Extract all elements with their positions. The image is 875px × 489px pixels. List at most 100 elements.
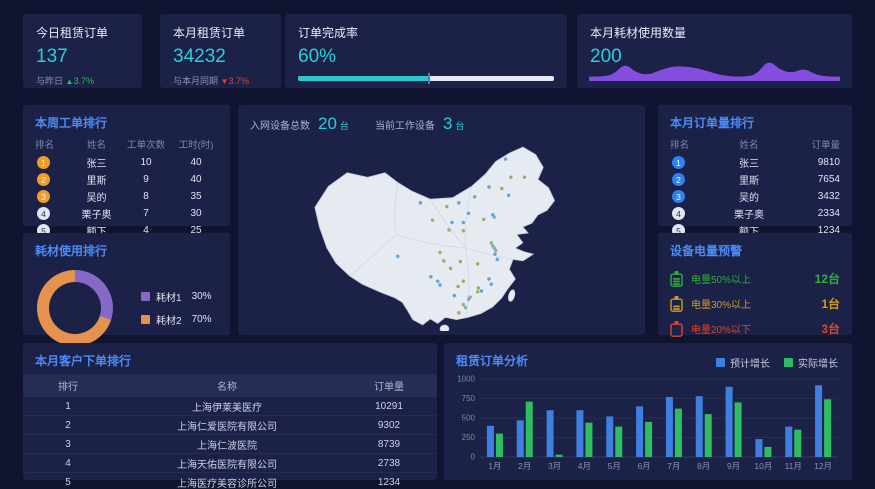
bar-expected[interactable] — [726, 387, 733, 457]
col-header-name: 姓名 — [75, 137, 118, 151]
legend-item[interactable]: 耗材2 70% — [141, 312, 212, 327]
bar-actual[interactable] — [526, 402, 533, 457]
map-marker[interactable] — [449, 267, 452, 270]
bar-actual[interactable] — [705, 414, 712, 457]
map-marker[interactable] — [462, 303, 465, 306]
rank-badge: 2 — [672, 173, 685, 186]
map-marker[interactable] — [431, 218, 434, 221]
map-marker[interactable] — [504, 157, 507, 160]
table-cell: 里斯 — [75, 172, 118, 187]
bar-expected[interactable] — [696, 396, 703, 457]
bar-actual[interactable] — [496, 434, 503, 457]
x-tick-label: 9月 — [727, 461, 740, 471]
map-marker[interactable] — [447, 228, 450, 231]
table-row[interactable]: 4上海天佑医院有限公司2738 — [23, 454, 437, 473]
map-marker[interactable] — [487, 277, 490, 280]
table-row[interactable]: 1上海伊莱美医疗10291 — [23, 397, 437, 416]
bar-expected[interactable] — [517, 420, 524, 457]
table-cell: 2 — [23, 420, 113, 431]
table-cell: 5 — [23, 477, 113, 488]
bar-actual[interactable] — [824, 399, 831, 457]
map-marker[interactable] — [459, 260, 462, 263]
table-row[interactable]: 3上海仁波医院8739 — [23, 435, 437, 454]
map-marker[interactable] — [493, 215, 496, 218]
map-marker[interactable] — [523, 175, 526, 178]
table-row: 4栗子奥2334 — [670, 205, 840, 222]
table-cell: 7 — [118, 208, 174, 219]
table-cell: 2334 — [788, 208, 840, 219]
map-marker[interactable] — [436, 280, 439, 283]
bar-expected[interactable] — [606, 416, 613, 457]
map-marker[interactable] — [464, 306, 467, 309]
map-marker[interactable] — [419, 201, 422, 204]
map-marker[interactable] — [429, 275, 432, 278]
bar-actual[interactable] — [794, 430, 801, 457]
bar-expected[interactable] — [785, 427, 792, 457]
bar-expected[interactable] — [815, 385, 822, 457]
bar-expected[interactable] — [666, 397, 673, 457]
map-marker[interactable] — [462, 280, 465, 283]
legend-item-actual[interactable]: 实际增长 — [784, 355, 838, 370]
table-cell: 2738 — [341, 458, 437, 469]
map-marker[interactable] — [473, 195, 476, 198]
kpi-delta-value: 3.7% — [228, 76, 249, 86]
map-marker[interactable] — [493, 246, 496, 249]
bar-actual[interactable] — [615, 427, 622, 457]
bar-chart[interactable]: 025050075010001月2月3月4月5月6月7月8月9月10月11月12… — [450, 371, 846, 482]
map-marker[interactable] — [476, 290, 479, 293]
table-cell: 30 — [174, 208, 218, 219]
map-marker[interactable] — [476, 262, 479, 265]
table-cell: 7654 — [788, 174, 840, 185]
table-row[interactable]: 5上海医疗美容诊所公司1234 — [23, 473, 437, 489]
legend-item-expected[interactable]: 预计增长 — [716, 355, 770, 370]
bar-actual[interactable] — [675, 409, 682, 457]
kpi-title: 今日租赁订单 — [36, 24, 129, 41]
y-tick-label: 0 — [471, 453, 476, 462]
bar-expected[interactable] — [636, 406, 643, 457]
kpi-title: 本月耗材使用数量 — [590, 24, 839, 41]
x-tick-label: 3月 — [548, 461, 561, 471]
map-marker[interactable] — [467, 298, 470, 301]
map-marker[interactable] — [490, 283, 493, 286]
map-marker[interactable] — [507, 194, 510, 197]
bar-actual[interactable] — [645, 422, 652, 457]
bar-expected[interactable] — [547, 410, 554, 457]
bar-expected[interactable] — [755, 439, 762, 457]
map-marker[interactable] — [477, 286, 480, 289]
map-marker[interactable] — [482, 218, 485, 221]
bar-expected[interactable] — [576, 410, 583, 457]
map-marker[interactable] — [496, 258, 499, 261]
map-marker[interactable] — [396, 255, 399, 258]
map-marker[interactable] — [487, 185, 490, 188]
map-marker[interactable] — [500, 187, 503, 190]
map-marker[interactable] — [445, 205, 448, 208]
completion-progress-bar[interactable] — [298, 76, 554, 81]
legend-item[interactable]: 耗材1 30% — [141, 289, 212, 304]
map-marker[interactable] — [453, 294, 456, 297]
map-marker[interactable] — [438, 251, 441, 254]
bar-actual[interactable] — [764, 447, 771, 457]
map-marker[interactable] — [490, 241, 493, 244]
table-cell: 4 — [35, 207, 75, 220]
bar-actual[interactable] — [585, 423, 592, 457]
bar-actual[interactable] — [735, 402, 742, 457]
map-marker[interactable] — [457, 201, 460, 204]
map-marker[interactable] — [442, 259, 445, 262]
map-marker[interactable] — [462, 229, 465, 232]
map-marker[interactable] — [509, 175, 512, 178]
map-marker[interactable] — [457, 311, 460, 314]
map-marker[interactable] — [493, 252, 496, 255]
bar-actual[interactable] — [556, 455, 563, 457]
map-marker[interactable] — [450, 221, 453, 224]
bar-expected[interactable] — [487, 426, 494, 457]
table-row: 2里斯940 — [35, 171, 218, 188]
china-map[interactable] — [246, 135, 637, 331]
map-marker[interactable] — [480, 289, 483, 292]
table-row[interactable]: 2上海仁爱医院有限公司9302 — [23, 416, 437, 435]
map-marker[interactable] — [467, 212, 470, 215]
map-marker[interactable] — [456, 285, 459, 288]
map-marker[interactable] — [462, 221, 465, 224]
progress-marker[interactable] — [428, 73, 430, 84]
battery-label: 电量50%以上 — [691, 271, 751, 286]
map-marker[interactable] — [438, 283, 441, 286]
